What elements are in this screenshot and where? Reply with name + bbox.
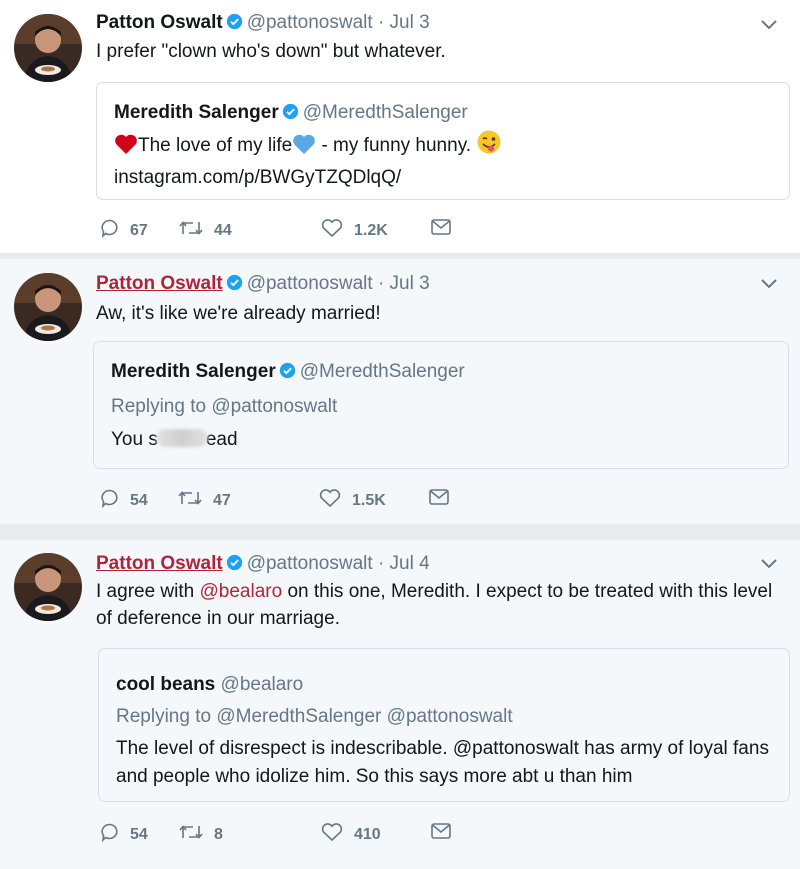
tweet[interactable]: Patton Oswalt @pattonoswalt · Jul 4 I agr… [0, 540, 800, 869]
like-count: 410 [354, 825, 381, 843]
quoted-author-name: cool beans [116, 674, 216, 695]
quoted-link[interactable]: instagram.com/p/BWGyTZQDlqQ/ [114, 164, 779, 192]
quoted-text-part: ead [205, 429, 238, 450]
verified-badge-icon [226, 554, 243, 577]
retweet-button[interactable]: 8 [178, 822, 223, 847]
reply-icon [100, 218, 130, 243]
quoted-text: The level of disrespect is indescribable… [116, 738, 769, 787]
quoted-text-part: You s [111, 429, 158, 450]
author-name[interactable]: Patton Oswalt [96, 553, 223, 574]
reply-icon [100, 822, 130, 847]
replying-to: Replying to @MeredthSalenger @pattonoswa… [116, 706, 513, 727]
winking-tongue-emoji [476, 129, 502, 164]
author-handle[interactable]: @pattonoswalt [247, 273, 373, 294]
author-handle[interactable]: @pattonoswalt [247, 553, 373, 574]
like-button[interactable]: 1.2K [320, 218, 388, 243]
author-name[interactable]: Patton Oswalt [96, 273, 223, 294]
blue-heart-emoji [292, 133, 316, 164]
author-name[interactable]: Patton Oswalt [96, 12, 223, 33]
retweet-button[interactable]: 47 [177, 488, 231, 513]
tweet-text-part: I agree with [96, 581, 200, 602]
avatar[interactable] [14, 14, 82, 82]
quoted-tweet[interactable]: Meredith Salenger @MeredthSalenger Replyi… [93, 341, 789, 469]
quoted-author-handle: @MeredthSalenger [302, 102, 468, 123]
chevron-down-icon[interactable] [760, 557, 778, 575]
verified-badge-icon [226, 13, 243, 36]
retweet-icon [178, 822, 214, 847]
like-button[interactable]: 410 [320, 822, 381, 847]
direct-message-icon [430, 218, 462, 241]
chevron-down-icon[interactable] [760, 18, 778, 36]
reply-icon [100, 488, 130, 513]
verified-badge-icon [279, 360, 296, 388]
direct-message-icon [430, 822, 462, 845]
quoted-author-handle: @MeredthSalenger [299, 361, 465, 382]
quoted-tweet[interactable]: Meredith Salenger @MeredthSalenger The lo… [96, 82, 790, 200]
direct-message-button[interactable] [428, 488, 460, 511]
blurred-word [155, 429, 208, 447]
retweet-count: 44 [214, 221, 232, 239]
verified-badge-icon [226, 274, 243, 297]
tweet-header: Patton Oswalt @pattonoswalt · Jul 4 [96, 553, 430, 577]
like-icon [320, 822, 354, 847]
quoted-text-part: - my funny hunny. [316, 135, 472, 156]
tweet-date[interactable]: · Jul 3 [378, 273, 430, 294]
replying-to: Replying to @pattonoswalt [111, 396, 338, 417]
like-count: 1.5K [352, 491, 386, 509]
reply-count: 54 [130, 491, 148, 509]
red-heart-emoji [114, 133, 138, 164]
reply-count: 54 [130, 825, 148, 843]
retweet-button[interactable]: 44 [178, 218, 232, 243]
tweet-date[interactable]: · Jul 3 [378, 12, 430, 33]
tweet-header: Patton Oswalt @pattonoswalt · Jul 3 [96, 12, 430, 36]
quoted-author-name: Meredith Salenger [111, 361, 276, 382]
avatar[interactable] [14, 553, 82, 621]
avatar[interactable] [14, 273, 82, 341]
like-button[interactable]: 1.5K [318, 488, 386, 513]
quoted-author-handle: @bealaro [220, 674, 304, 695]
direct-message-button[interactable] [430, 218, 462, 241]
verified-badge-icon [282, 101, 299, 129]
direct-message-icon [428, 488, 460, 511]
tweet-date[interactable]: · Jul 4 [378, 553, 430, 574]
like-icon [320, 218, 354, 243]
tweet[interactable]: Patton Oswalt @pattonoswalt · Jul 3 I pre… [0, 0, 800, 253]
reply-button[interactable]: 54 [100, 822, 148, 847]
tweet-header: Patton Oswalt @pattonoswalt · Jul 3 [96, 273, 430, 297]
reply-count: 67 [130, 221, 148, 239]
mention-link[interactable]: @bealaro [200, 581, 283, 602]
tweet-text: Aw, it's like we're already married! [96, 303, 381, 324]
tweet-text: I prefer "clown who's down" but whatever… [96, 41, 446, 62]
tweet[interactable]: Patton Oswalt @pattonoswalt · Jul 3 Aw, i… [0, 259, 800, 524]
direct-message-button[interactable] [430, 822, 462, 845]
like-count: 1.2K [354, 221, 388, 239]
retweet-icon [178, 218, 214, 243]
author-handle[interactable]: @pattonoswalt [247, 12, 373, 33]
like-icon [318, 488, 352, 513]
tweet-text: I agree with @bealaro on this one, Mered… [96, 578, 786, 632]
quoted-tweet[interactable]: cool beans @bealaro Replying to @Meredth… [98, 648, 790, 802]
quoted-author-name: Meredith Salenger [114, 102, 279, 123]
reply-button[interactable]: 67 [100, 218, 148, 243]
retweet-count: 47 [213, 491, 231, 509]
retweet-icon [177, 488, 213, 513]
reply-button[interactable]: 54 [100, 488, 148, 513]
retweet-count: 8 [214, 825, 223, 843]
quoted-text-part: The love of my life [138, 135, 293, 156]
chevron-down-icon[interactable] [760, 277, 778, 295]
